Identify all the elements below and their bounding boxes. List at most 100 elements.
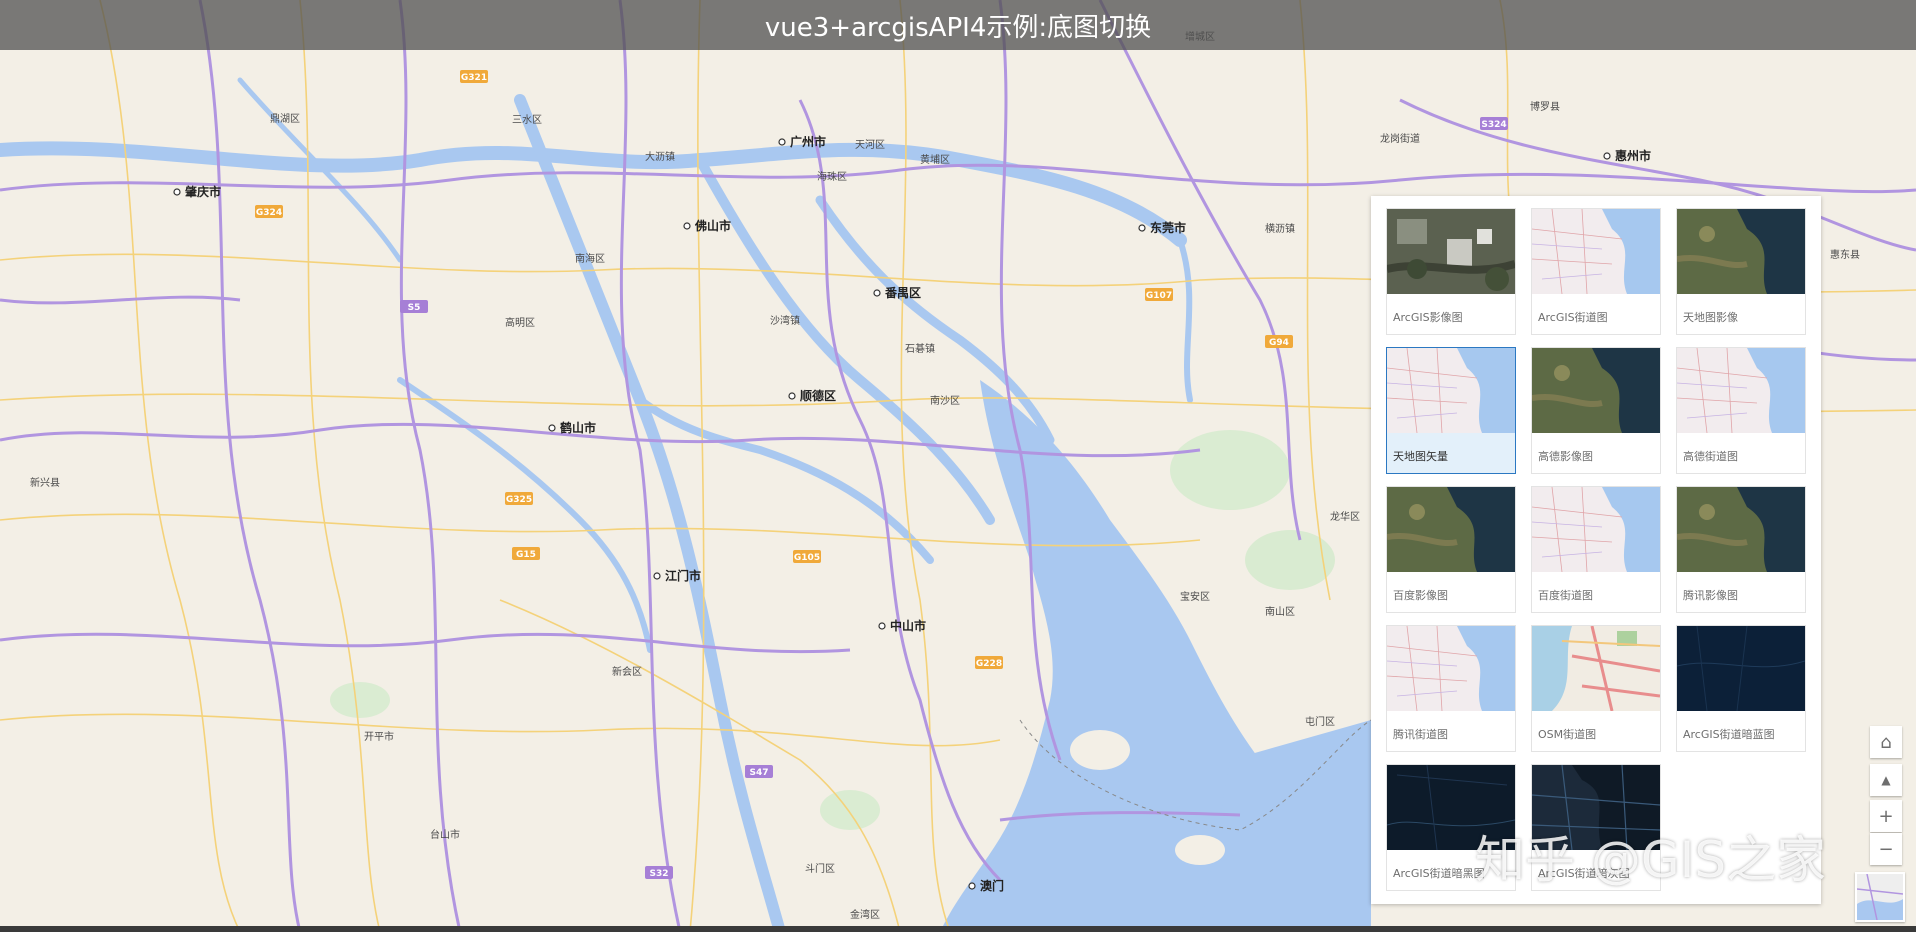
town-label: 海珠区 — [817, 170, 847, 183]
town-label: 台山市 — [430, 828, 460, 841]
basemap-gallery: ArcGIS影像图 ArcGIS街道图 天地图影像天地图矢量 高德影像图 高德街道图百度… — [1371, 196, 1821, 904]
basemap-item[interactable]: ArcGIS街道暗蓝图 — [1676, 625, 1806, 752]
basemap-thumbnail — [1387, 626, 1515, 711]
town-label: 高明区 — [505, 316, 535, 329]
town-label: 宝安区 — [1180, 590, 1210, 603]
basemap-item-label: ArcGIS影像图 — [1393, 311, 1463, 324]
basemap-item-label: 天地图矢量 — [1393, 450, 1448, 463]
city-marker — [873, 289, 881, 297]
city-marker — [548, 424, 556, 432]
basemap-item[interactable]: 高德街道图 — [1676, 347, 1806, 474]
basemap-item[interactable]: 高德影像图 — [1531, 347, 1661, 474]
road-shield-label: G325 — [506, 495, 532, 505]
road-shield-label: G105 — [794, 553, 820, 563]
city-label: 江门市 — [665, 568, 701, 583]
town-label: 惠东县 — [1830, 248, 1860, 261]
town-label: 斗门区 — [805, 862, 835, 875]
town-label: 新兴县 — [30, 476, 60, 489]
basemap-item[interactable]: 天地图矢量 — [1386, 347, 1516, 474]
town-label: 沙湾镇 — [770, 314, 800, 327]
city-label: 广州市 — [790, 134, 826, 149]
basemap-thumbnail — [1532, 209, 1660, 294]
town-label: 黄埔区 — [920, 153, 950, 166]
basemap-item[interactable]: 百度街道图 — [1531, 486, 1661, 613]
basemap-thumbnail — [1677, 487, 1805, 572]
city-marker — [1138, 224, 1146, 232]
town-label: 龙岗街道 — [1380, 132, 1420, 145]
town-label: 天河区 — [855, 139, 885, 151]
basemap-thumbnail — [1532, 348, 1660, 433]
basemap-item-label: 腾讯影像图 — [1683, 589, 1738, 602]
town-label: 南沙区 — [930, 394, 960, 407]
compass-button[interactable]: ▲ — [1870, 764, 1902, 796]
town-label: 博罗县 — [1530, 100, 1560, 113]
basemap-thumbnail — [1532, 487, 1660, 572]
basemap-toggle-button[interactable] — [1855, 872, 1905, 922]
road-shield-label: G15 — [516, 550, 536, 560]
road-shield-label: S47 — [749, 768, 768, 778]
city-label: 佛山市 — [694, 218, 731, 233]
zoom-out-button[interactable]: − — [1870, 833, 1902, 865]
basemap-item[interactable]: ArcGIS影像图 — [1386, 208, 1516, 335]
compass-icon: ▲ — [1881, 773, 1891, 787]
city-label: 中山市 — [890, 618, 926, 633]
basemap-thumbnail — [1677, 626, 1805, 711]
basemap-item[interactable]: 腾讯影像图 — [1676, 486, 1806, 613]
basemap-item[interactable]: ArcGIS街道图 — [1531, 208, 1661, 335]
town-label: 开平市 — [364, 730, 394, 743]
basemap-thumbnail — [1532, 626, 1660, 711]
town-label: 金湾区 — [850, 908, 880, 921]
basemap-item[interactable]: 百度影像图 — [1386, 486, 1516, 613]
basemap-item-label: 百度影像图 — [1393, 589, 1448, 602]
basemap-item-label: 高德街道图 — [1683, 450, 1738, 463]
city-marker — [173, 188, 181, 196]
road-shield-label: S32 — [649, 869, 668, 879]
city-label: 澳门 — [980, 878, 1004, 893]
town-label: 鼎湖区 — [270, 113, 300, 125]
basemap-item[interactable]: OSM街道图 — [1531, 625, 1661, 752]
watermark-text: 知乎 @GIS之家 — [1475, 831, 1827, 889]
town-label: 三水区 — [512, 114, 542, 126]
page-title: vue3+arcgisAPI4示例:底图切换 — [764, 12, 1152, 43]
road-shield-label: G321 — [461, 73, 487, 83]
city-marker — [683, 222, 691, 230]
basemap-thumb-icon — [1857, 874, 1903, 920]
basemap-thumbnail — [1387, 209, 1515, 294]
road-shield-label: G107 — [1146, 291, 1172, 301]
city-label: 鹤山市 — [560, 420, 596, 435]
town-label: 大沥镇 — [645, 150, 675, 163]
home-button[interactable]: ⌂ — [1870, 726, 1902, 758]
basemap-item-label: 高德影像图 — [1538, 450, 1593, 463]
basemap-item[interactable]: 腾讯街道图 — [1386, 625, 1516, 752]
city-marker — [968, 882, 976, 890]
basemap-item-label: OSM街道图 — [1538, 728, 1597, 741]
basemap-item-label: 腾讯街道图 — [1393, 728, 1448, 741]
town-label: 南海区 — [575, 252, 605, 265]
town-label: 横沥镇 — [1265, 222, 1295, 235]
basemap-grid: ArcGIS影像图 ArcGIS街道图 天地图影像天地图矢量 高德影像图 高德街道图百度… — [1386, 208, 1806, 891]
city-marker — [653, 572, 661, 580]
road-shield-label: S324 — [1481, 120, 1506, 130]
town-label: 龙华区 — [1330, 510, 1360, 523]
basemap-item-label: ArcGIS街道暗蓝图 — [1683, 728, 1775, 741]
city-marker — [778, 138, 786, 146]
road-shield-label: G324 — [256, 208, 282, 218]
city-marker — [878, 622, 886, 630]
basemap-thumbnail — [1677, 348, 1805, 433]
basemap-item-label: 百度街道图 — [1538, 589, 1593, 602]
title-bar: vue3+arcgisAPI4示例:底图切换 — [0, 0, 1916, 50]
basemap-item-label: 天地图影像 — [1683, 311, 1738, 324]
city-label: 惠州市 — [1615, 148, 1651, 163]
basemap-thumbnail — [1387, 487, 1515, 572]
city-marker — [788, 392, 796, 400]
basemap-item-label: ArcGIS街道图 — [1538, 311, 1608, 324]
city-label: 番禺区 — [884, 285, 921, 300]
basemap-thumbnail — [1387, 348, 1515, 433]
minus-icon: − — [1878, 838, 1894, 860]
town-label: 屯门区 — [1305, 715, 1335, 728]
town-label: 石碁镇 — [905, 342, 935, 355]
road-shield-label: G94 — [1269, 338, 1289, 348]
road-shield-label: G228 — [976, 659, 1002, 669]
basemap-item[interactable]: 天地图影像 — [1676, 208, 1806, 335]
zoom-in-button[interactable]: + — [1870, 800, 1902, 832]
